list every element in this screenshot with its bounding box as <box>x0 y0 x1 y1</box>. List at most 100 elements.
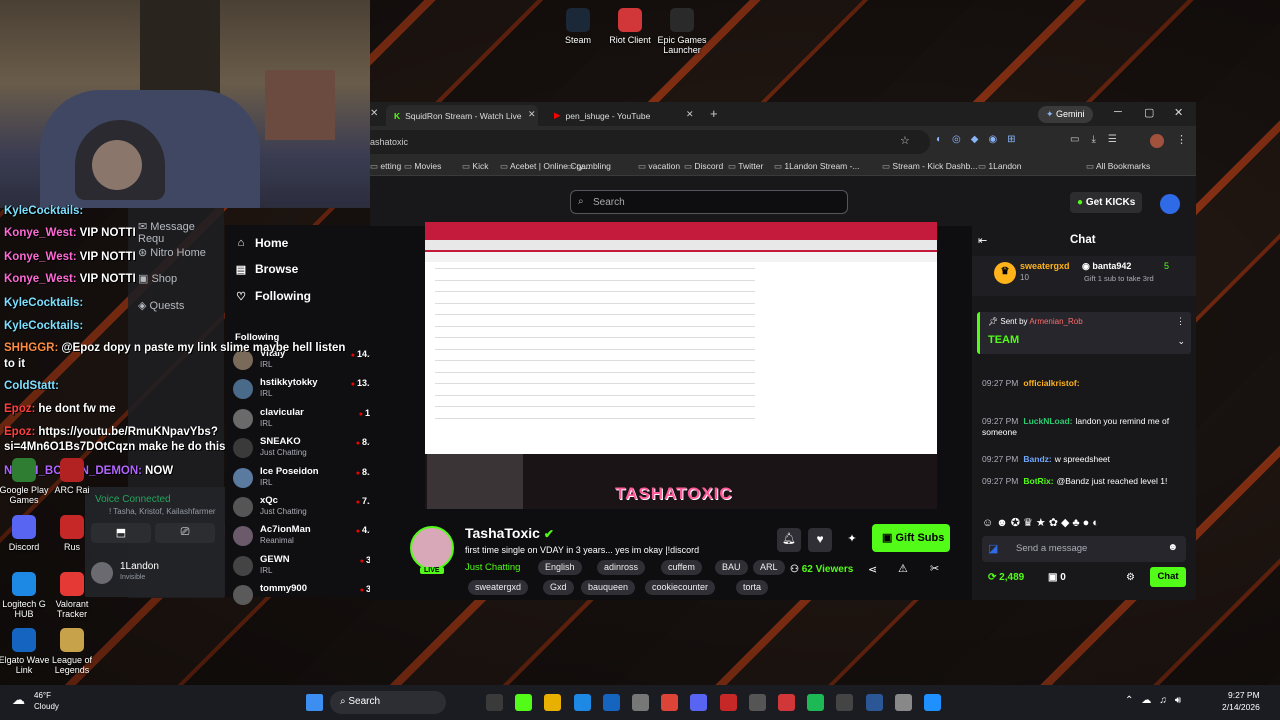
taskbar-app-icon[interactable] <box>807 694 825 711</box>
settings-icon[interactable]: ⚙ <box>1126 572 1135 583</box>
taskbar-app-icon[interactable] <box>748 694 766 711</box>
new-tab-button[interactable]: + <box>710 106 718 121</box>
sidebar-channel[interactable]: xQcJust Chatting7.2K <box>233 494 383 521</box>
gift-count[interactable]: ▣ 0 <box>1048 572 1066 583</box>
stream-tag[interactable]: cuffem <box>661 560 702 575</box>
chat-message[interactable]: 09:27 PM Bandz: w spreedsheet <box>982 454 1192 465</box>
stream-tag[interactable]: BAU <box>715 560 748 575</box>
taskbar-app-icon[interactable] <box>836 694 854 711</box>
share-icon[interactable]: ⋖ <box>868 563 877 576</box>
desktop-icon[interactable]: League of Legends <box>42 628 102 675</box>
desktop-icon[interactable]: Epic Games Launcher <box>652 8 712 55</box>
minimize-button[interactable]: ─ <box>1114 106 1122 118</box>
taskbar-app-icon[interactable] <box>515 694 533 711</box>
follow-heart-button[interactable]: ♥ <box>808 528 832 552</box>
taskbar-app-icon[interactable] <box>865 694 883 711</box>
gift-target[interactable]: ◉ banta942 <box>1082 261 1131 272</box>
start-button[interactable] <box>306 694 323 711</box>
stream-tag[interactable]: torta <box>736 580 769 595</box>
chat-message[interactable]: 09:27 PM LuckNLoad: landon you remind me o… <box>982 416 1192 438</box>
video-player[interactable]: TASHATOXIC <box>425 222 937 509</box>
report-icon[interactable]: ⚠ <box>898 562 908 575</box>
bookmark-item[interactable]: ▭ vacation <box>638 161 680 172</box>
bookmark-item[interactable]: ▭ 1Landon Stream -... <box>774 161 860 172</box>
chat-message[interactable]: 09:27 PM officialkristof: <box>982 378 1192 389</box>
close-tab-icon[interactable]: ✕ <box>528 109 536 120</box>
bookmark-item[interactable]: ▭ etting <box>370 161 401 172</box>
chat-send-button[interactable]: Chat <box>1150 567 1186 587</box>
tab-kick-stream[interactable]: K SquidRon Stream - Watch Live <box>386 105 538 126</box>
desktop-icon[interactable]: Rus <box>42 515 102 552</box>
taskbar-search[interactable]: ⌕ Search <box>330 691 446 714</box>
bookmark-item[interactable]: ▭ 1Landon <box>978 161 1022 172</box>
chat-message[interactable]: 09:27 PM BotRix: @Bandz just reached level… <box>982 476 1192 487</box>
sidebar-channel[interactable]: GEWNIRL306 <box>233 553 383 580</box>
desktop-icon[interactable]: ARC Rai <box>42 458 102 495</box>
stream-tag[interactable]: ARL <box>753 560 785 575</box>
bell-icon[interactable]: 🔔︎ <box>777 528 801 552</box>
stream-tag[interactable]: Gxd <box>543 580 574 595</box>
bookmark-item[interactable]: ▭ Discord <box>684 161 723 172</box>
desktop-icon[interactable]: Steam <box>548 8 608 45</box>
stream-tag[interactable]: adinross <box>597 560 646 575</box>
stream-tag[interactable]: sweatergxd <box>468 580 529 595</box>
taskbar-app-icon[interactable] <box>486 694 503 711</box>
pinned-message[interactable]: 📌︎ Sent by Armenian_Rob TEAM ⋮ ⌄ <box>977 312 1191 354</box>
taskbar-app-icon[interactable] <box>661 694 679 711</box>
bookmark-item[interactable]: ▭ Stream - Kick Dashb... <box>882 161 977 172</box>
tab-youtube[interactable]: ▶ pen_ishuge - YouTube <box>546 105 698 126</box>
clock-time[interactable]: 9:27 PM <box>1228 690 1260 700</box>
sidebar-channel[interactable]: Ac7ionManReanimal4.8K <box>233 523 383 550</box>
bookmark-item[interactable]: ▭ Kick <box>462 161 488 172</box>
toolbar-icons[interactable]: ▭⤓☰ <box>1070 134 1129 145</box>
chat-input[interactable]: ◪ Send a message ☻ <box>982 536 1186 562</box>
system-tray[interactable]: ⌃☁♫🔊︎ <box>1125 695 1189 706</box>
avatar[interactable] <box>1150 134 1164 148</box>
close-tab-icon[interactable]: ✕ <box>370 108 378 119</box>
taskbar-app-icon[interactable] <box>602 694 620 711</box>
stream-tag[interactable]: bauqueen <box>581 580 636 595</box>
search-input[interactable]: ⌕ Search <box>570 190 848 214</box>
close-window-button[interactable]: ✕ <box>1174 106 1183 119</box>
stream-tag[interactable]: cookiecounter <box>645 580 716 595</box>
menu-icon[interactable]: ⋮ <box>1176 133 1187 146</box>
close-tab-icon[interactable]: ✕ <box>686 109 694 120</box>
bookmark-item[interactable]: ▭ gambling <box>566 161 611 172</box>
pin-icon[interactable]: ⋮ <box>1176 316 1185 327</box>
maximize-button[interactable]: ▢ <box>1144 106 1154 119</box>
sidebar-channel[interactable]: tommy900301 <box>233 582 383 609</box>
voice-screen-share-button[interactable]: ⎚ <box>155 523 215 543</box>
chevron-down-icon[interactable]: ⌄ <box>1177 336 1185 347</box>
desktop-icon[interactable]: Valorant Tracker <box>42 572 102 619</box>
gift-subs-button[interactable]: ▣ Gift Subs <box>872 524 950 552</box>
taskbar-app-icon[interactable] <box>778 694 795 711</box>
sparkle-icon[interactable]: ✦ <box>840 528 864 552</box>
emote-row[interactable]: ☺☻✪♛★✿◆♣●◐ <box>982 516 1102 529</box>
taskbar-app-icon[interactable] <box>894 694 912 711</box>
gifter-name[interactable]: sweatergxd <box>1020 261 1070 271</box>
avatar[interactable] <box>1160 194 1180 214</box>
weather-temp[interactable]: 46°F <box>34 691 51 700</box>
overlay-chat-line: Konye_West: VIP NOTTI <box>4 227 136 239</box>
address-bar[interactable]: ashatoxic <box>370 130 930 154</box>
bookmark-item[interactable]: ▭ Movies <box>404 161 441 172</box>
get-kicks-button[interactable]: ● Get KICKs <box>1070 192 1143 213</box>
bookmark-item[interactable]: ▭ Twitter <box>728 161 763 172</box>
taskbar-app-icon[interactable] <box>924 694 941 711</box>
points-count[interactable]: ⟳ 2,489 <box>988 572 1024 583</box>
taskbar-app-icon[interactable] <box>573 694 591 711</box>
taskbar-app-icon[interactable] <box>719 694 737 711</box>
extensions-icons[interactable]: ◐◎◆◉⊞ <box>936 134 1026 145</box>
emoji-icon[interactable]: ☻ <box>1167 542 1178 553</box>
gemini-button[interactable]: ✦ Gemini <box>1038 106 1093 123</box>
taskbar-app-icon[interactable] <box>544 694 562 711</box>
taskbar-app-icon[interactable] <box>690 694 708 711</box>
bookmark-item[interactable]: ▭ All Bookmarks <box>1086 161 1150 172</box>
stream-tag[interactable]: English <box>538 560 582 575</box>
streamer-name[interactable]: TashaToxic ✔ <box>465 525 554 541</box>
clip-icon[interactable]: ✂ <box>930 562 939 575</box>
desktop-icon[interactable]: Riot Client <box>600 8 660 45</box>
taskbar-app-icon[interactable] <box>632 694 649 711</box>
collapse-chat-icon[interactable]: ⇤ <box>978 234 987 247</box>
bookmark-star-icon[interactable]: ☆ <box>900 134 910 147</box>
